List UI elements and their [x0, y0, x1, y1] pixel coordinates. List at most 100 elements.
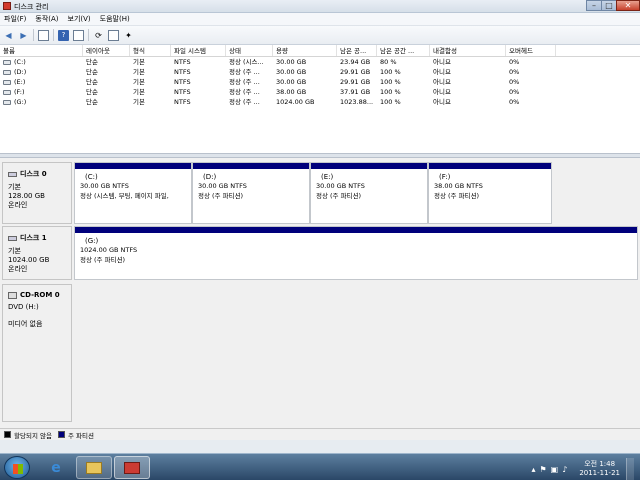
cell-capacity: 30.00 GB — [276, 78, 307, 86]
maximize-button[interactable]: □ — [601, 0, 616, 11]
help-icon[interactable]: ? — [58, 29, 69, 41]
partition-size: 1024.00 GB NTFS — [80, 246, 138, 254]
disk-name: 디스크 0 — [20, 170, 47, 178]
cell-volume: (G:) — [0, 97, 83, 107]
volume-icon — [3, 59, 11, 65]
disk-1-label[interactable]: 디스크 1 기본 1024.00 GB 온라인 — [2, 226, 72, 280]
primary-partition-bar — [193, 163, 309, 169]
cell-volume: (D:) — [0, 67, 83, 77]
close-button[interactable]: ✕ — [616, 0, 640, 11]
internet-explorer-icon: e — [51, 459, 61, 476]
volume-row[interactable]: (C:) 단순 기본 NTFS 정상 (시스... 30.00 GB 23.94 GB 80 … — [0, 57, 640, 67]
column-header-type[interactable]: 형식 — [130, 45, 171, 56]
cell-volume: (E:) — [0, 77, 83, 87]
forward-arrow-icon[interactable]: ▶ — [18, 30, 29, 41]
cell-status: 정상 (시스... — [229, 58, 264, 66]
show-desktop-button[interactable] — [626, 458, 634, 480]
window-title: 디스크 관리 — [14, 3, 49, 11]
volume-list: 볼륨 레이아웃 형식 파일 시스템 상태 용량 남은 공... 남은 공간 ..… — [0, 45, 640, 153]
unallocated-swatch — [4, 431, 11, 438]
menu-bar: 파일(F) 동작(A) 보기(V) 도움말(H) — [0, 13, 640, 26]
volume-icon — [3, 99, 11, 105]
list-view-icon[interactable] — [73, 29, 84, 41]
disk-1-partitions: (G:) 1024.00 GB NTFS 정상 (주 파티션) — [74, 226, 638, 280]
refresh-icon[interactable]: ⟳ — [93, 30, 104, 41]
minimize-button[interactable]: – — [586, 0, 601, 11]
partition-f[interactable]: (F:) 38.00 GB NTFS 정상 (주 파티션) — [428, 162, 552, 224]
column-header-volume[interactable]: 볼륨 — [0, 45, 83, 56]
disk-0-label[interactable]: 디스크 0 기본 128.00 GB 온라인 — [2, 162, 72, 224]
title-bar: 디스크 관리 – □ ✕ — [0, 0, 640, 13]
partition-c[interactable]: (C:) 30.00 GB NTFS 정상 (시스템, 부팅, 페이지 파일, — [74, 162, 192, 224]
menu-action[interactable]: 동작(A) — [35, 13, 58, 25]
column-header-fault-tolerance[interactable]: 내결함성 — [430, 45, 506, 56]
cell-type: 기본 — [133, 58, 145, 66]
cell-volume: (C:) — [0, 57, 83, 67]
primary-partition-bar — [429, 163, 551, 169]
column-header-layout[interactable]: 레이아웃 — [83, 45, 130, 56]
cell-status: 정상 (주 ... — [229, 78, 260, 86]
tray-icons[interactable]: ▴⚑▣♪ — [531, 465, 571, 474]
taskbar: e ▴⚑▣♪ 오전 1:48 2011-11-21 — [0, 453, 640, 480]
cell-layout: 단순 — [86, 58, 98, 66]
clock[interactable]: 오전 1:48 2011-11-21 — [579, 460, 620, 478]
volume-row[interactable]: (E:) 단순 기본 NTFS 정상 (주 ... 30.00 GB 29.91 GB 100… — [0, 77, 640, 87]
volume-name: (F:) — [14, 88, 25, 96]
cell-status: 정상 (주 ... — [229, 98, 260, 106]
disk-size: 1024.00 GB — [8, 256, 50, 264]
clock-time: 오전 1:48 — [584, 460, 616, 468]
cell-free-space: 29.91 GB — [340, 68, 371, 76]
cdrom-0-area — [74, 284, 638, 422]
column-header-percent-free[interactable]: 남은 공간 ... — [377, 45, 430, 56]
column-header-overhead[interactable]: 오버헤드 — [506, 45, 556, 56]
partition-size: 30.00 GB NTFS — [198, 182, 247, 190]
cell-layout: 단순 — [86, 88, 98, 96]
folder-icon — [86, 461, 102, 474]
primary-partition-bar — [75, 163, 191, 169]
legend-unallocated: 할당되지 않음 — [14, 431, 52, 440]
wizard-icon[interactable]: ✦ — [123, 30, 134, 41]
partition-e[interactable]: (E:) 30.00 GB NTFS 정상 (주 파티션) — [310, 162, 428, 224]
cell-filesystem: NTFS — [174, 98, 191, 106]
cell-layout: 단순 — [86, 78, 98, 86]
properties-icon[interactable] — [38, 29, 49, 41]
disk-management-taskbar-button[interactable] — [114, 456, 150, 479]
cell-type: 기본 — [133, 88, 145, 96]
cell-percent-free: 80 % — [380, 58, 397, 66]
disk-type: DVD (H:) — [8, 303, 39, 311]
column-header-free-space[interactable]: 남은 공... — [337, 45, 377, 56]
partition-d[interactable]: (D:) 30.00 GB NTFS 정상 (주 파티션) — [192, 162, 310, 224]
column-header-status[interactable]: 상태 — [226, 45, 273, 56]
start-button[interactable] — [4, 456, 30, 479]
cell-filesystem: NTFS — [174, 78, 191, 86]
column-header-capacity[interactable]: 용량 — [273, 45, 337, 56]
partition-status: 정상 (주 파티션) — [198, 192, 244, 200]
volume-row[interactable]: (G:) 단순 기본 NTFS 정상 (주 ... 1024.00 GB 1023.88..… — [0, 97, 640, 107]
window-controls: – □ ✕ — [586, 0, 640, 11]
cell-percent-free: 100 % — [380, 98, 401, 106]
menu-help[interactable]: 도움말(H) — [100, 13, 130, 25]
column-header-filesystem[interactable]: 파일 시스템 — [171, 45, 226, 56]
cell-fault-tolerance: 아니요 — [433, 98, 451, 106]
disk-icon[interactable] — [108, 29, 119, 41]
internet-explorer-button[interactable]: e — [38, 456, 74, 479]
cdrom-0-label[interactable]: CD-ROM 0 DVD (H:) 미디어 없음 — [2, 284, 72, 422]
partition-g[interactable]: (G:) 1024.00 GB NTFS 정상 (주 파티션) — [74, 226, 638, 280]
cell-filesystem: NTFS — [174, 88, 191, 96]
explorer-button[interactable] — [76, 456, 112, 479]
legend-primary-partition: 주 파티션 — [67, 431, 94, 440]
menu-file[interactable]: 파일(F) — [4, 13, 26, 25]
cell-overhead: 0% — [509, 78, 520, 86]
partition-letter: (E:) — [321, 173, 334, 181]
volume-row[interactable]: (F:) 단순 기본 NTFS 정상 (주 ... 38.00 GB 37.91 GB 100… — [0, 87, 640, 97]
toolbar-separator — [53, 29, 54, 41]
volume-row[interactable]: (D:) 단순 기본 NTFS 정상 (주 ... 30.00 GB 29.91 GB 100… — [0, 67, 640, 77]
cell-layout: 단순 — [86, 68, 98, 76]
cell-overhead: 0% — [509, 68, 520, 76]
toolbar-separator — [33, 29, 34, 41]
disk-1: 디스크 1 기본 1024.00 GB 온라인 (G:) 1024.00 GB … — [2, 226, 638, 280]
menu-view[interactable]: 보기(V) — [68, 13, 91, 25]
back-arrow-icon[interactable]: ◀ — [3, 30, 14, 41]
partition-letter: (D:) — [203, 173, 217, 181]
desktop-gap — [0, 440, 640, 453]
